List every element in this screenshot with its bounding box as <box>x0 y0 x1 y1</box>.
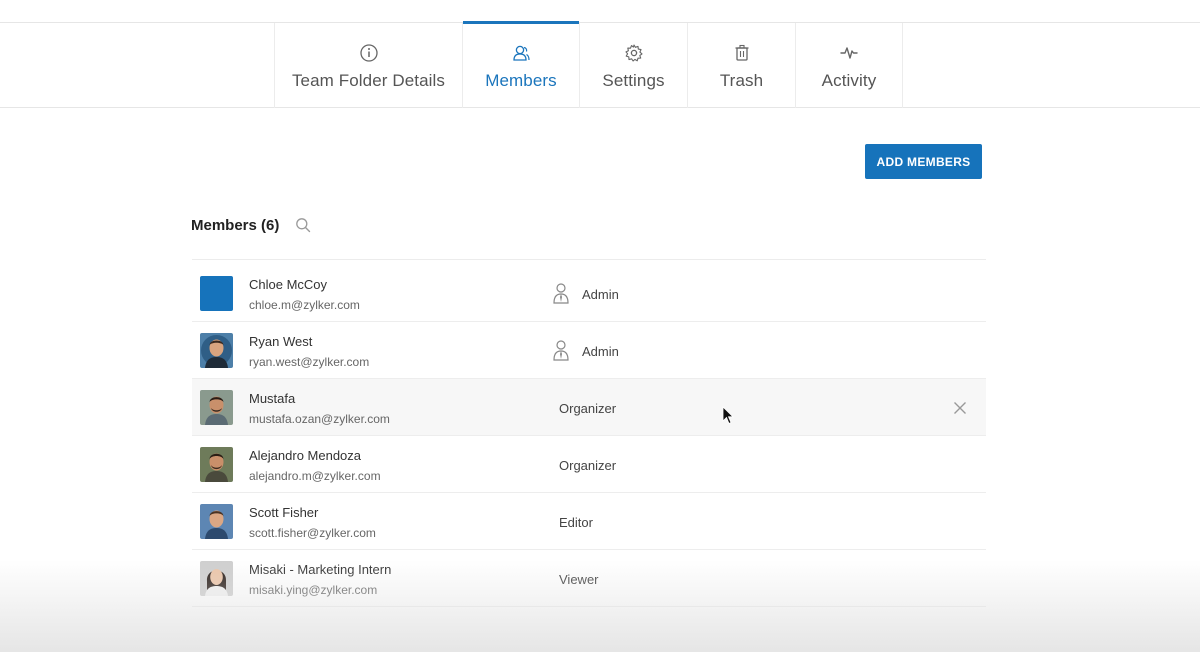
member-row[interactable]: Chloe McCoy chloe.m@zylker.com Admin <box>192 265 986 322</box>
member-list: Chloe McCoy chloe.m@zylker.com Admin Rya… <box>192 265 986 607</box>
admin-person-icon <box>553 283 569 304</box>
member-name: Alejandro Mendoza <box>249 448 362 463</box>
member-row[interactable]: Alejandro Mendoza alejandro.m@zylker.com… <box>192 436 986 493</box>
info-icon <box>359 44 378 62</box>
member-name: Ryan West <box>249 334 313 349</box>
member-email: alejandro.m@zylker.com <box>249 469 381 483</box>
add-members-button[interactable]: ADD MEMBERS <box>865 144 982 179</box>
tab-label: Members <box>485 71 557 90</box>
tab-members[interactable]: Members <box>462 21 579 108</box>
close-icon[interactable] <box>952 400 968 416</box>
member-name: Scott Fisher <box>249 505 319 520</box>
top-band <box>0 0 1200 22</box>
admin-person-icon <box>553 340 569 361</box>
tab-label: Trash <box>719 71 764 90</box>
avatar <box>200 276 233 311</box>
member-email: ryan.west@zylker.com <box>249 355 370 369</box>
avatar <box>200 447 233 482</box>
member-name: Chloe McCoy <box>249 277 328 292</box>
member-role: Admin <box>582 344 619 359</box>
team-folder-members-page: Team Folder Details Members Settings Tra… <box>0 0 1200 652</box>
member-name: Misaki - Marketing Intern <box>249 562 392 577</box>
tab-label: Team Folder Details <box>291 71 446 90</box>
search-icon[interactable] <box>295 217 311 233</box>
tab-settings[interactable]: Settings <box>579 23 687 108</box>
members-header: Members (6) <box>191 214 311 236</box>
tab-team-folder-details[interactable]: Team Folder Details <box>274 23 462 108</box>
member-email: mustafa.ozan@zylker.com <box>249 412 390 426</box>
tab-list: Team Folder Details Members Settings Tra… <box>274 21 903 108</box>
gear-icon <box>624 44 643 62</box>
tab-bar: Team Folder Details Members Settings Tra… <box>0 21 1200 108</box>
mouse-cursor-icon <box>722 406 734 425</box>
members-count-title: Members (6) <box>191 216 280 234</box>
list-divider <box>192 259 986 260</box>
member-role: Editor <box>559 515 593 530</box>
members-icon <box>513 45 530 61</box>
avatar <box>200 561 233 596</box>
member-role: Organizer <box>559 401 617 416</box>
activity-icon <box>840 47 858 59</box>
tab-activity[interactable]: Activity <box>795 23 903 108</box>
member-email: scott.fisher@zylker.com <box>249 526 376 540</box>
member-role: Organizer <box>559 458 617 473</box>
avatar <box>200 333 233 368</box>
avatar <box>200 390 233 425</box>
member-row[interactable]: Misaki - Marketing Intern misaki.ying@zy… <box>192 550 986 607</box>
member-name: Mustafa <box>249 391 296 406</box>
tab-label: Settings <box>602 71 665 90</box>
member-role: Viewer <box>559 572 599 587</box>
tab-label: Activity <box>821 71 877 90</box>
member-row[interactable]: Scott Fisher scott.fisher@zylker.com Edi… <box>192 493 986 550</box>
member-row[interactable]: Mustafa mustafa.ozan@zylker.com Organize… <box>192 379 986 436</box>
member-row[interactable]: Ryan West ryan.west@zylker.com Admin <box>192 322 986 379</box>
member-role: Admin <box>582 287 619 302</box>
tab-trash[interactable]: Trash <box>687 23 795 108</box>
trash-icon <box>735 44 748 61</box>
avatar <box>200 504 233 539</box>
member-email: misaki.ying@zylker.com <box>249 583 378 597</box>
member-email: chloe.m@zylker.com <box>249 298 360 312</box>
